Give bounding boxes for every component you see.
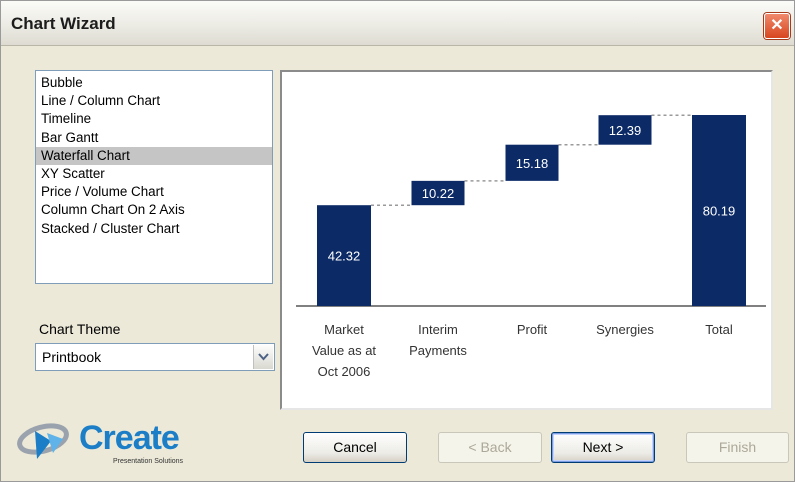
chart-theme-select[interactable]: Printbook [35, 343, 275, 371]
chart-wizard-dialog: Chart Wizard ✕ Bubble Line / Column Chart… [0, 0, 795, 482]
category-label: Synergies [596, 322, 654, 337]
dropdown-button[interactable] [253, 345, 273, 369]
chart-type-item[interactable]: Timeline [36, 110, 272, 128]
category-label: Total [705, 322, 733, 337]
data-label: 12.39 [609, 123, 642, 138]
chart-type-item[interactable]: Bar Gantt [36, 129, 272, 147]
cancel-button[interactable]: Cancel [303, 432, 407, 463]
back-button[interactable]: < Back [438, 432, 542, 463]
chart-theme-value: Printbook [42, 349, 102, 365]
chart-type-item[interactable]: Price / Volume Chart [36, 183, 272, 201]
close-button[interactable]: ✕ [764, 13, 790, 39]
chart-type-item[interactable]: Line / Column Chart [36, 92, 272, 110]
category-label: Oct 2006 [318, 364, 371, 379]
data-label: 15.18 [516, 156, 549, 171]
chart-type-list[interactable]: Bubble Line / Column Chart Timeline Bar Gan… [35, 70, 273, 284]
title-bar[interactable]: Chart Wizard ✕ [1, 1, 794, 46]
chart-preview: 42.32 10.22 15.18 12.39 80.19 Market Value as … [280, 70, 773, 410]
create-logo: Create Presentation Solutions [17, 419, 197, 471]
data-label: 80.19 [703, 204, 736, 219]
category-label: Interim [418, 322, 458, 337]
chart-type-item[interactable]: Waterfall Chart [36, 146, 272, 165]
chevron-down-icon [258, 353, 269, 361]
category-label: Payments [409, 343, 467, 358]
chart-type-item[interactable]: XY Scatter [36, 165, 272, 183]
category-label: Profit [517, 322, 548, 337]
logo-wordmark: Create [79, 419, 180, 457]
logo-swoosh-icon [17, 423, 69, 459]
close-icon: ✕ [770, 17, 784, 34]
logo-tagline: Presentation Solutions [113, 458, 184, 465]
chart-type-item[interactable]: Bubble [36, 74, 272, 92]
data-label: 10.22 [422, 186, 455, 201]
category-label: Value as at [312, 343, 376, 358]
chart-type-item[interactable]: Column Chart On 2 Axis [36, 201, 272, 219]
window-title: Chart Wizard [11, 14, 116, 33]
data-label: 42.32 [328, 249, 361, 264]
chart-type-item[interactable]: Stacked / Cluster Chart [36, 220, 272, 238]
next-button[interactable]: Next > [551, 432, 655, 463]
waterfall-chart: 42.32 10.22 15.18 12.39 80.19 Market Value as … [296, 114, 766, 379]
category-label: Market [324, 322, 364, 337]
chart-theme-label: Chart Theme [39, 321, 121, 337]
finish-button[interactable]: Finish [686, 432, 789, 463]
